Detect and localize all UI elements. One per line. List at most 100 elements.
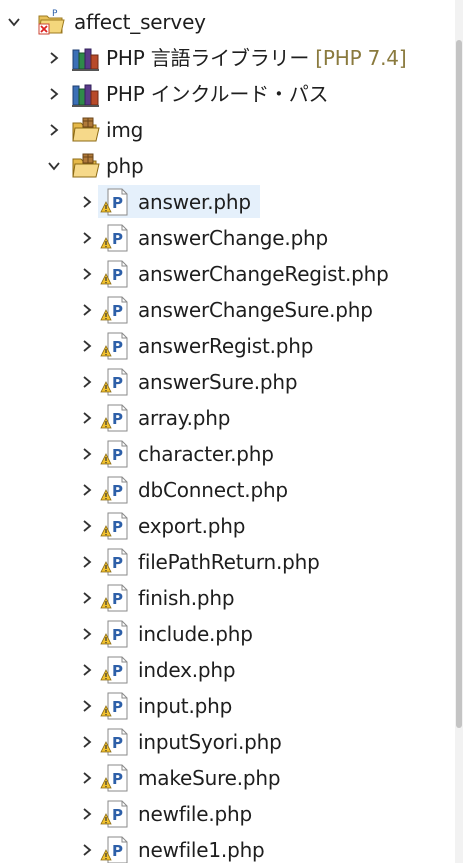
php-file-warning-icon: P bbox=[100, 511, 130, 541]
tree-row-file[interactable]: P answerChange.php bbox=[0, 220, 455, 256]
tree-row-file[interactable]: P dbConnect.php bbox=[0, 472, 455, 508]
php-file-warning-icon: P bbox=[100, 619, 130, 649]
tree-row-file[interactable]: P newfile.php bbox=[0, 796, 455, 832]
file-name: newfile.php bbox=[138, 802, 253, 826]
tree-row-file[interactable]: P answerRegist.php bbox=[0, 328, 455, 364]
tree-row-file[interactable]: P answerChangeRegist.php bbox=[0, 256, 455, 292]
file-name: finish.php bbox=[138, 586, 235, 610]
svg-text:P: P bbox=[112, 230, 123, 248]
chevron-right-icon[interactable] bbox=[77, 256, 97, 292]
tree-row-file[interactable]: P inputSyori.php bbox=[0, 724, 455, 760]
chevron-right-icon[interactable] bbox=[77, 688, 97, 724]
chevron-right-icon[interactable] bbox=[44, 112, 64, 148]
php-file-warning-icon: P bbox=[100, 367, 130, 397]
chevron-right-icon[interactable] bbox=[77, 616, 97, 652]
tree-row-file-selected[interactable]: P answer.php bbox=[0, 184, 455, 220]
tree-row-file[interactable]: P export.php bbox=[0, 508, 455, 544]
tree-row-file[interactable]: P answerSure.php bbox=[0, 364, 455, 400]
php-file-warning-icon: P bbox=[100, 403, 130, 433]
chevron-right-icon[interactable] bbox=[44, 76, 64, 112]
svg-text:P: P bbox=[112, 554, 123, 572]
file-name: newfile1.php bbox=[138, 838, 265, 862]
tree-row-file[interactable]: P newfile1.php bbox=[0, 832, 455, 863]
project-name: affect_servey bbox=[74, 10, 206, 34]
chevron-right-icon[interactable] bbox=[44, 40, 64, 76]
chevron-right-icon[interactable] bbox=[77, 292, 97, 328]
folder-name: img bbox=[106, 118, 144, 142]
chevron-right-icon[interactable] bbox=[77, 220, 97, 256]
chevron-down-icon[interactable] bbox=[4, 4, 24, 40]
php-file-warning-icon: P bbox=[100, 727, 130, 757]
php-file-warning-icon: P bbox=[100, 295, 130, 325]
chevron-right-icon[interactable] bbox=[77, 652, 97, 688]
svg-text:P: P bbox=[112, 770, 123, 788]
tree-row-file[interactable]: P index.php bbox=[0, 652, 455, 688]
file-name: array.php bbox=[138, 406, 231, 430]
svg-text:P: P bbox=[112, 374, 123, 392]
php-file-warning-icon: P bbox=[100, 763, 130, 793]
svg-text:P: P bbox=[52, 9, 58, 19]
tree-row-folder[interactable]: img bbox=[0, 112, 455, 148]
chevron-down-icon[interactable] bbox=[44, 148, 64, 184]
chevron-right-icon[interactable] bbox=[77, 400, 97, 436]
tree-row-file[interactable]: P makeSure.php bbox=[0, 760, 455, 796]
svg-text:P: P bbox=[112, 194, 123, 212]
library-name: PHP 言語ライブラリー bbox=[106, 46, 310, 70]
php-file-warning-icon: P bbox=[100, 583, 130, 613]
library-icon bbox=[71, 79, 101, 109]
file-name: makeSure.php bbox=[138, 766, 281, 790]
file-name: answerRegist.php bbox=[138, 334, 314, 358]
scrollbar-thumb[interactable] bbox=[456, 40, 462, 728]
file-name: filePathReturn.php bbox=[138, 550, 320, 574]
chevron-right-icon[interactable] bbox=[77, 472, 97, 508]
chevron-right-icon[interactable] bbox=[77, 580, 97, 616]
chevron-right-icon[interactable] bbox=[77, 760, 97, 796]
svg-text:P: P bbox=[112, 518, 123, 536]
chevron-right-icon[interactable] bbox=[77, 328, 97, 364]
tree-row-project[interactable]: P affect_servey bbox=[0, 4, 455, 40]
file-name: dbConnect.php bbox=[138, 478, 288, 502]
tree-row-folder[interactable]: php bbox=[0, 148, 455, 184]
library-name: PHP インクルード・パス bbox=[106, 82, 329, 106]
folder-icon bbox=[71, 115, 101, 145]
chevron-right-icon[interactable] bbox=[77, 544, 97, 580]
tree-row-file[interactable]: P answerChangeSure.php bbox=[0, 292, 455, 328]
file-name: input.php bbox=[138, 694, 233, 718]
tree-row-file[interactable]: P finish.php bbox=[0, 580, 455, 616]
tree-row-file[interactable]: P input.php bbox=[0, 688, 455, 724]
vertical-scrollbar[interactable] bbox=[455, 0, 463, 863]
tree-row-library[interactable]: PHP インクルード・パス bbox=[0, 76, 455, 112]
tree-row-file[interactable]: P filePathReturn.php bbox=[0, 544, 455, 580]
php-file-warning-icon: P bbox=[100, 547, 130, 577]
chevron-right-icon[interactable] bbox=[77, 184, 97, 220]
tree-row-file[interactable]: P include.php bbox=[0, 616, 455, 652]
file-name: character.php bbox=[138, 442, 274, 466]
chevron-right-icon[interactable] bbox=[77, 796, 97, 832]
chevron-right-icon[interactable] bbox=[77, 724, 97, 760]
chevron-right-icon[interactable] bbox=[77, 436, 97, 472]
php-file-warning-icon: P bbox=[100, 259, 130, 289]
file-name: answer.php bbox=[138, 190, 251, 214]
php-file-warning-icon: P bbox=[100, 691, 130, 721]
php-project-icon: P bbox=[36, 7, 66, 37]
svg-text:P: P bbox=[112, 302, 123, 320]
svg-text:P: P bbox=[112, 446, 123, 464]
tree-row-file[interactable]: P array.php bbox=[0, 400, 455, 436]
svg-text:P: P bbox=[112, 338, 123, 356]
tree-row-library[interactable]: PHP 言語ライブラリー [PHP 7.4] bbox=[0, 40, 455, 76]
svg-text:P: P bbox=[112, 662, 123, 680]
tree-row-file[interactable]: P character.php bbox=[0, 436, 455, 472]
php-file-warning-icon: P bbox=[100, 835, 130, 863]
file-name: index.php bbox=[138, 658, 236, 682]
php-file-warning-icon: P bbox=[100, 331, 130, 361]
svg-text:P: P bbox=[112, 626, 123, 644]
chevron-right-icon[interactable] bbox=[77, 364, 97, 400]
svg-text:P: P bbox=[112, 410, 123, 428]
chevron-right-icon[interactable] bbox=[77, 832, 97, 863]
package-folder-icon bbox=[71, 151, 101, 181]
file-name: inputSyori.php bbox=[138, 730, 282, 754]
file-name: answerChange.php bbox=[138, 226, 329, 250]
svg-text:P: P bbox=[112, 482, 123, 500]
library-icon bbox=[71, 43, 101, 73]
chevron-right-icon[interactable] bbox=[77, 508, 97, 544]
